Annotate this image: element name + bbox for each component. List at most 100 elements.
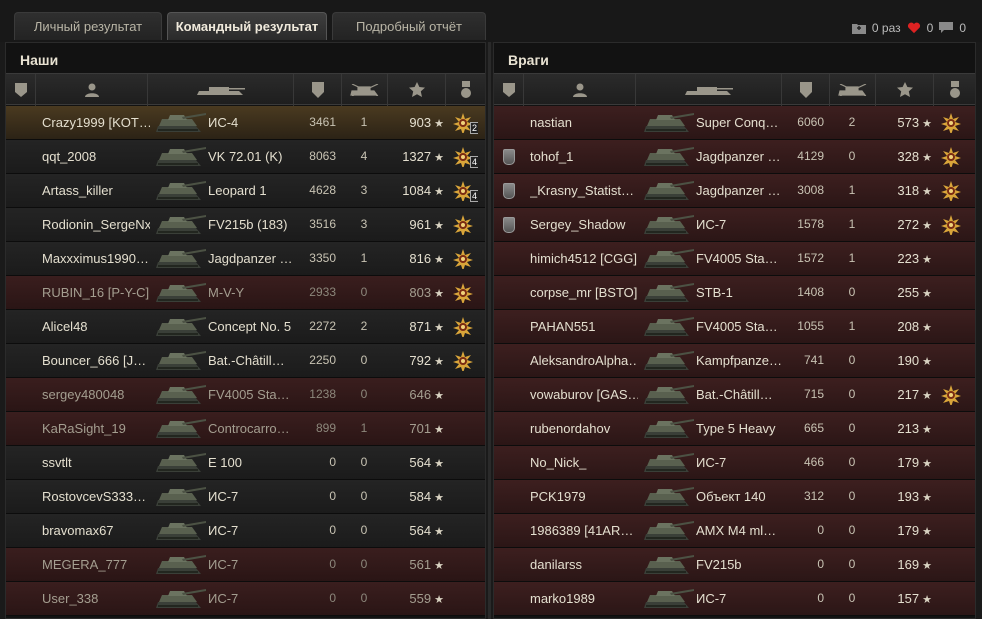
sort-tank-header[interactable] [636, 74, 782, 106]
table-row[interactable]: nastian Super Conq… 6060 2 573 ★ [494, 106, 975, 140]
table-row[interactable]: _Krasny_Statist… Jagdpanzer … 3008 1 318 ★ [494, 174, 975, 208]
heart-icon[interactable] [907, 22, 921, 34]
table-row[interactable]: bravomax67 ИС-7 0 0 564 ★ [6, 514, 485, 548]
tab-team-result[interactable]: Командный результат [167, 12, 327, 40]
frags-value: 1 [848, 251, 856, 265]
sort-rank-header[interactable] [494, 74, 524, 106]
table-row[interactable]: KaRaSight_19 Controcarro… 899 1 701 ★ [6, 412, 485, 446]
achievement-medal[interactable] [453, 316, 473, 337]
player-name[interactable]: marko1989 [530, 582, 638, 615]
sort-player-header[interactable] [36, 74, 148, 106]
table-row[interactable]: vowaburov [GAS… Bat.-Châtill… 715 0 217 ★ [494, 378, 975, 412]
table-row[interactable]: ssvtlt E 100 0 0 564 ★ [6, 446, 485, 480]
player-name[interactable]: Sergey_Shadow [530, 208, 638, 241]
player-name[interactable]: Maxxximus1990… [42, 242, 150, 275]
table-row[interactable]: Maxxximus1990… Jagdpanzer … 3350 1 816 ★ [6, 242, 485, 276]
table-row[interactable]: Artass_killer Leopard 1 4628 3 1084 ★ 4 [6, 174, 485, 208]
table-row[interactable]: corpse_mr [BSTO] STB-1 1408 0 255 ★ [494, 276, 975, 310]
sort-frags-header[interactable] [830, 74, 876, 106]
player-name[interactable]: Artass_killer [42, 174, 150, 207]
player-name[interactable]: User_338 [42, 582, 150, 615]
medal-cell [936, 140, 966, 173]
table-row[interactable]: User_338 ИС-7 0 0 559 ★ [6, 582, 485, 616]
table-row[interactable]: sergey480048 FV4005 Sta… 1238 0 646 ★ [6, 378, 485, 412]
player-name[interactable]: KaRaSight_19 [42, 412, 150, 445]
table-row[interactable]: danilarss FV215b 0 0 169 ★ [494, 548, 975, 582]
achievement-medal[interactable] [941, 146, 961, 167]
table-row[interactable]: 1986389 [41AR… AMX M4 ml… 0 0 179 ★ [494, 514, 975, 548]
player-name[interactable]: himich4512 [CGG] [530, 242, 638, 275]
table-row[interactable]: Rodionin_SergeNx FV215b (183) 3516 3 961 ★ [6, 208, 485, 242]
player-name[interactable]: Alicel48 [42, 310, 150, 343]
sort-frags-header[interactable] [342, 74, 388, 106]
table-row[interactable]: PCK1979 Объект 140 312 0 193 ★ [494, 480, 975, 514]
table-row[interactable]: AleksandroAlpha… Kampfpanze… 741 0 190 ★ [494, 344, 975, 378]
player-name[interactable]: sergey480048 [42, 378, 150, 411]
player-name[interactable]: nastian [530, 106, 638, 139]
player-name[interactable]: PAHAN551 [530, 310, 638, 343]
table-row[interactable]: RUBIN_16 [P-Y-C] M-V-Y 2933 0 803 ★ [6, 276, 485, 310]
achievement-medal[interactable] [453, 350, 473, 371]
achievement-medal[interactable] [941, 214, 961, 235]
player-name[interactable]: bravomax67 [42, 514, 150, 547]
table-row[interactable]: marko1989 ИС-7 0 0 157 ★ [494, 582, 975, 616]
sort-damage-header[interactable] [782, 74, 830, 106]
player-name[interactable]: RUBIN_16 [P-Y-C] [42, 276, 150, 309]
xp-cell: 1084 ★ [390, 174, 444, 207]
table-row[interactable]: PAHAN551 FV4005 Sta… 1055 1 208 ★ [494, 310, 975, 344]
top-bar: Личный результат Командный результат Под… [0, 0, 982, 42]
player-name[interactable]: RostovcevS333… [42, 480, 150, 513]
player-name[interactable]: danilarss [530, 548, 638, 581]
tank-image [640, 446, 698, 479]
achievement-medal[interactable] [453, 214, 473, 235]
sort-damage-header[interactable] [294, 74, 342, 106]
table-row[interactable]: tohof_1 Jagdpanzer … 4129 0 328 ★ [494, 140, 975, 174]
table-row[interactable]: RostovcevS333… ИС-7 0 0 584 ★ [6, 480, 485, 514]
player-name[interactable]: PCK1979 [530, 480, 638, 513]
sort-tank-header[interactable] [148, 74, 294, 106]
achievement-medal[interactable] [453, 248, 473, 269]
player-name[interactable]: tohof_1 [530, 140, 638, 173]
player-name[interactable]: Crazy1999 [KOT… [42, 106, 150, 139]
achievement-medal[interactable] [941, 384, 961, 405]
achievement-medal[interactable] [941, 112, 961, 133]
table-row[interactable]: qqt_2008 VK 72.01 (K) 8063 4 1327 ★ 4 [6, 140, 485, 174]
player-name[interactable]: vowaburov [GAS… [530, 378, 638, 411]
achievement-medal[interactable]: 2 [453, 112, 478, 134]
player-name[interactable]: Rodionin_SergeNx [42, 208, 150, 241]
sort-xp-header[interactable] [388, 74, 446, 106]
table-row[interactable]: Bouncer_666 [J… Bat.-Châtill… 2250 0 792 ★ [6, 344, 485, 378]
player-name[interactable]: No_Nick_ [530, 446, 638, 479]
sort-medal-header[interactable] [934, 74, 976, 106]
player-name[interactable]: corpse_mr [BSTO] [530, 276, 638, 309]
player-name[interactable]: Bouncer_666 [J… [42, 344, 150, 377]
medal-cell [936, 480, 966, 513]
tab-detailed-report[interactable]: Подробный отчёт [332, 12, 486, 40]
player-name[interactable]: _Krasny_Statist… [530, 174, 638, 207]
achievement-medal[interactable]: 4 [453, 146, 478, 168]
table-row[interactable]: Sergey_Shadow ИС-7 1578 1 272 ★ [494, 208, 975, 242]
achievement-medal[interactable] [941, 180, 961, 201]
achievement-medal[interactable] [453, 282, 473, 303]
player-name[interactable]: AleksandroAlpha… [530, 344, 638, 377]
sort-xp-header[interactable] [876, 74, 934, 106]
table-row[interactable]: MEGERA_777 ИС-7 0 0 561 ★ [6, 548, 485, 582]
sort-medal-header[interactable] [446, 74, 486, 106]
message-icon[interactable] [939, 22, 954, 34]
player-name[interactable]: 1986389 [41AR… [530, 514, 638, 547]
tab-personal-result[interactable]: Личный результат [14, 12, 162, 40]
player-name[interactable]: ssvtlt [42, 446, 150, 479]
player-name[interactable]: rubenordahov [530, 412, 638, 445]
xp-value: 179 [897, 523, 920, 538]
table-row[interactable]: No_Nick_ ИС-7 466 0 179 ★ [494, 446, 975, 480]
sort-rank-header[interactable] [6, 74, 36, 106]
sort-player-header[interactable] [524, 74, 636, 106]
achievement-medal[interactable]: 4 [453, 180, 478, 202]
xp-cell: 193 ★ [878, 480, 932, 513]
table-row[interactable]: himich4512 [CGG] FV4005 Sta… 1572 1 223 ★ [494, 242, 975, 276]
table-row[interactable]: Alicel48 Concept No. 5 2272 2 871 ★ [6, 310, 485, 344]
player-name[interactable]: MEGERA_777 [42, 548, 150, 581]
table-row[interactable]: rubenordahov Type 5 Heavy 665 0 213 ★ [494, 412, 975, 446]
table-row[interactable]: Crazy1999 [KOT… ИС-4 3461 1 903 ★ 2 [6, 106, 485, 140]
player-name[interactable]: qqt_2008 [42, 140, 150, 173]
